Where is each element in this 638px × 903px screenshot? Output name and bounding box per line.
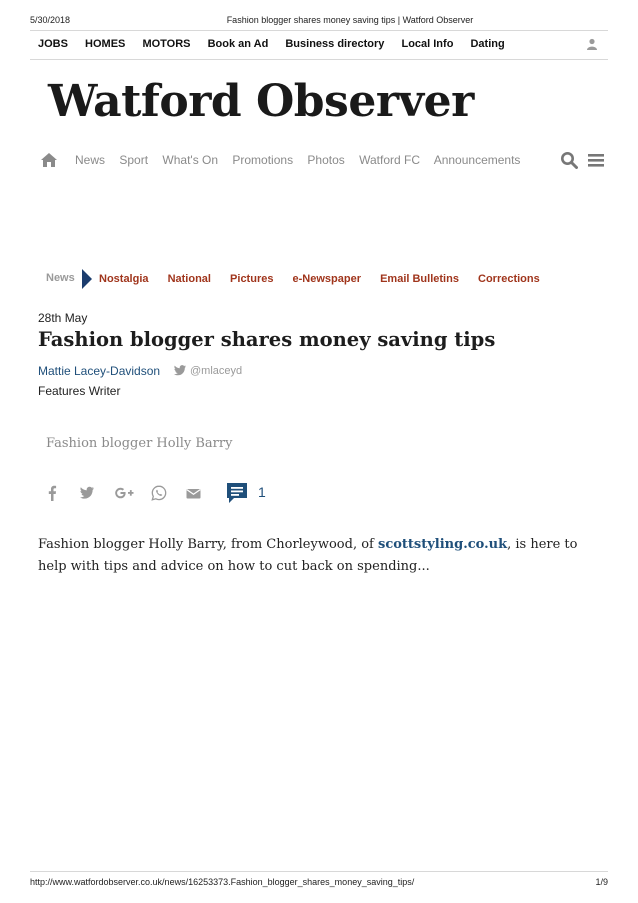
comments-button[interactable] (226, 482, 248, 504)
print-url: http://www.watfordobserver.co.uk/news/16… (30, 877, 415, 887)
twitter-icon (80, 486, 94, 499)
whatsapp-icon (151, 485, 167, 501)
home-icon[interactable] (40, 152, 58, 168)
body-link[interactable]: scottstyling.co.uk (378, 537, 507, 552)
facebook-icon (48, 485, 57, 501)
footer-divider (30, 871, 608, 872)
print-date: 5/30/2018 (30, 15, 71, 25)
google-plus-share-button[interactable] (114, 485, 134, 503)
top-link-motors[interactable]: MOTORS (142, 38, 190, 50)
top-link-local-info[interactable]: Local Info (401, 38, 453, 50)
facebook-share-button[interactable] (47, 485, 57, 503)
sub-nav-corrections[interactable]: Corrections (478, 273, 540, 285)
nav-item-sport[interactable]: Sport (119, 153, 148, 167)
sub-nav-categories: Nostalgia National Pictures e-Newspaper … (99, 273, 556, 285)
comment-icon (227, 483, 247, 503)
author-name[interactable]: Mattie Lacey-Davidson (38, 364, 160, 378)
top-link-homes[interactable]: HOMES (85, 38, 125, 50)
sub-nav-pictures[interactable]: Pictures (230, 273, 273, 285)
top-link-dating[interactable]: Dating (470, 38, 504, 50)
sub-nav: News Nostalgia National Pictures e-Newsp… (46, 269, 606, 289)
nav-item-whats-on[interactable]: What's On (162, 153, 218, 167)
main-nav: News Sport What's On Promotions Photos W… (40, 151, 610, 171)
twitter-icon[interactable] (174, 365, 186, 376)
nav-item-photos[interactable]: Photos (307, 153, 344, 167)
top-utility-bar: JOBS HOMES MOTORS Book an Ad Business di… (30, 30, 608, 60)
twitter-handle[interactable]: @mlaceyd (190, 365, 242, 377)
site-logo[interactable]: Watford Observer (48, 76, 474, 127)
body-text-start: Fashion blogger Holly Barry, from Chorle… (38, 537, 378, 552)
nav-item-news[interactable]: News (75, 153, 105, 167)
nav-item-announcements[interactable]: Announcements (434, 153, 521, 167)
main-nav-items: News Sport What's On Promotions Photos W… (75, 153, 531, 167)
sub-nav-email-bulletins[interactable]: Email Bulletins (380, 273, 459, 285)
google-plus-icon (115, 487, 134, 499)
article-body: Fashion blogger Holly Barry, from Chorle… (38, 534, 598, 578)
image-caption: Fashion blogger Holly Barry (46, 436, 233, 451)
sub-nav-nostalgia[interactable]: Nostalgia (99, 273, 149, 285)
sub-nav-national[interactable]: National (168, 273, 211, 285)
print-page-number: 1/9 (595, 877, 608, 887)
article-date: 28th May (38, 311, 88, 325)
comment-count[interactable]: 1 (258, 484, 266, 500)
whatsapp-share-button[interactable] (151, 485, 167, 503)
email-icon (186, 489, 201, 499)
twitter-share-button[interactable] (80, 485, 94, 503)
top-link-business-directory[interactable]: Business directory (285, 38, 384, 50)
menu-icon[interactable] (588, 152, 604, 168)
search-icon[interactable] (560, 151, 578, 169)
user-icon[interactable] (586, 38, 598, 50)
print-title: Fashion blogger shares money saving tips… (226, 15, 474, 25)
article-headline: Fashion blogger shares money saving tips (38, 328, 496, 351)
email-share-button[interactable] (186, 485, 201, 503)
nav-item-promotions[interactable]: Promotions (232, 153, 293, 167)
top-links: JOBS HOMES MOTORS Book an Ad Business di… (38, 38, 519, 50)
chevron-right-icon (82, 269, 92, 289)
top-link-book-an-ad[interactable]: Book an Ad (208, 38, 269, 50)
nav-item-watford-fc[interactable]: Watford FC (359, 153, 420, 167)
top-link-jobs[interactable]: JOBS (38, 38, 68, 50)
sub-nav-e-newspaper[interactable]: e-Newspaper (293, 273, 361, 285)
author-role: Features Writer (38, 384, 121, 398)
section-label[interactable]: News (46, 272, 75, 284)
